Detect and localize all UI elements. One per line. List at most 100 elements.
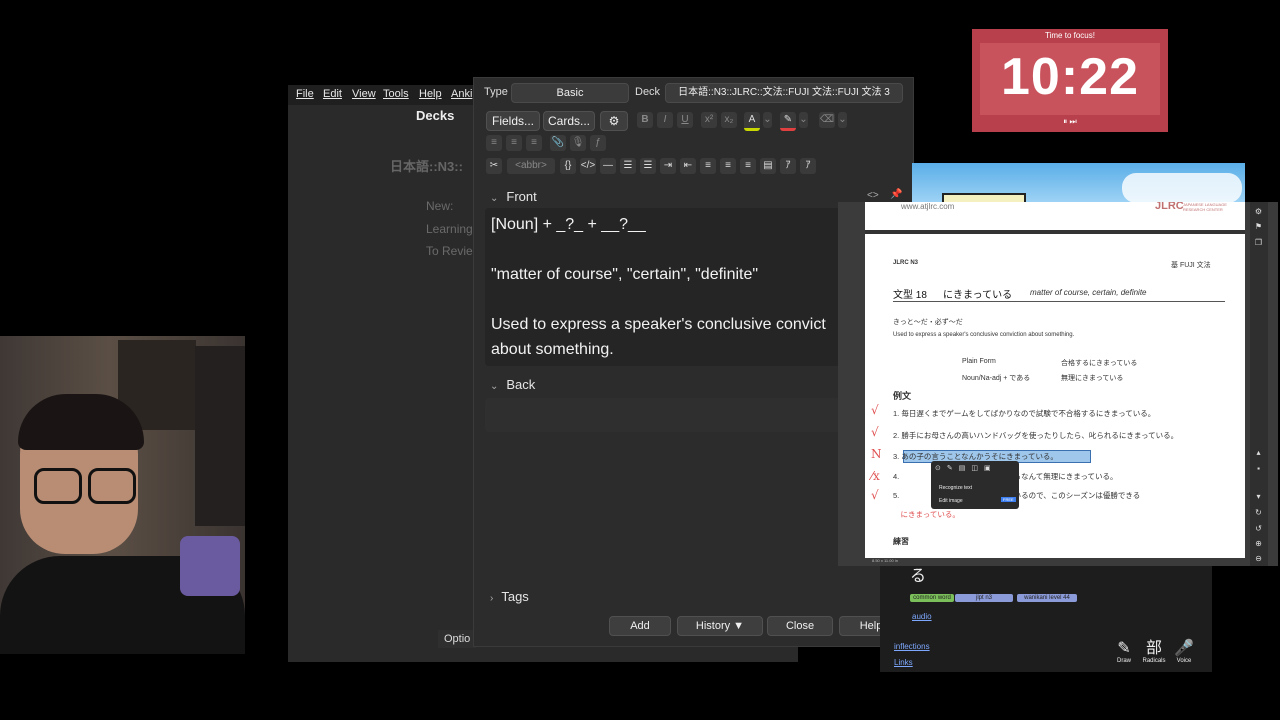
scroll-icon[interactable]: ▪ [1254,464,1263,473]
remove-furigana-icon[interactable]: ｱ [800,158,816,174]
org-subtitle: JAPANESE LANGUAGE RESEARCH CENTER [1183,202,1227,212]
pdf-page[interactable]: www.atjlrc.com JLRC JAPANESE LANGUAGE RE… [865,202,1245,558]
timer-clock: 10:22 [1001,48,1139,106]
text-color-icon[interactable]: A [744,112,760,131]
back-field-header[interactable]: ⌄ Back [490,377,535,392]
italic-icon[interactable]: I [657,112,673,128]
front-field-header[interactable]: ⌄ Front [490,189,537,204]
outdent-icon[interactable]: ⇤ [680,158,696,174]
glasses-right [88,468,136,504]
align-center-icon[interactable]: ≡ [700,158,716,174]
microphone-icon: 🎤 [1174,640,1194,657]
stat-review: To Revie [426,244,473,258]
underline-icon[interactable]: U [677,112,693,128]
menu-edit[interactable]: Edit [323,88,342,100]
bookmark-icon[interactable]: ⚑ [1254,222,1263,231]
align-right-icon[interactable]: ≡ [740,158,756,174]
subscript-icon[interactable]: x₂ [721,112,737,128]
radicals-tool[interactable]: 部 Radicals [1141,640,1167,664]
check-mark: √ [871,425,879,439]
zoom-out-icon[interactable]: ⊖ [1254,554,1263,563]
bold-icon[interactable]: B [637,112,653,128]
page-size: 8.50 x 11.00 in [872,558,898,563]
eraser-icon[interactable]: ⌫ [819,112,835,128]
decks-title[interactable]: Decks [416,108,454,123]
pattern-title: にきまっている [943,290,1013,301]
type-label: Type [484,86,508,98]
radical-icon: 部 [1145,640,1162,657]
check-mark: √ [871,403,879,417]
inflections-link[interactable]: inflections [894,642,930,651]
history-button[interactable]: History ▼ [677,616,763,636]
bullet-list-icon[interactable]: ≡ [486,135,502,151]
org-logo: JLRC [1155,202,1184,212]
furigana-icon[interactable]: ｱ [780,158,796,174]
superscript-icon[interactable]: x² [701,112,717,128]
front-line-2: "matter of course", "certain", "definite… [491,266,759,283]
numbered-list-icon[interactable]: ☰ [640,158,656,174]
braces-icon[interactable]: {} [560,158,576,174]
indent-icon[interactable]: ⇥ [660,158,676,174]
menu-tools[interactable]: Tools [383,88,409,100]
clear-format-icon[interactable]: ✂ [486,158,502,174]
chevron-down-icon[interactable]: ⌄ [799,112,808,128]
chevron-right-icon[interactable]: › [490,593,493,604]
options-button[interactable]: Optio [438,630,477,648]
down-icon[interactable]: ▾ [1254,492,1263,501]
timer-controls[interactable]: ⏸ ⏭ [972,117,1168,127]
back-label: Back [506,377,536,392]
links-link[interactable]: Links [894,658,913,667]
chevron-down-icon[interactable]: ⌄ [838,112,847,128]
abbr-button[interactable]: <abbr> [507,158,555,174]
add-button[interactable]: Add [609,616,671,636]
fields-button[interactable]: Fields... [486,111,540,131]
record-icon[interactable]: 🎙 [570,135,586,151]
note-type-selector[interactable]: Basic [511,83,629,103]
rotate-icon[interactable]: ↺ [1254,524,1263,533]
html-toggle-icon[interactable]: <> [867,190,879,201]
front-line-1: [Noun] + _?_ + __?__ [491,216,646,233]
chevron-down-icon[interactable]: ⌄ [763,112,772,128]
audio-link[interactable]: audio [912,612,932,621]
front-field-editor[interactable]: [Noun] + _?_ + __?__ "matter of course",… [485,208,840,366]
numbered-list-icon[interactable]: ≡ [506,135,522,151]
back-field-editor[interactable] [485,398,840,432]
pin-icon[interactable]: 📌 [890,189,902,200]
chevron-down-icon[interactable]: ⌄ [490,381,498,392]
copy-icon[interactable]: ❐ [1254,238,1263,247]
math-icon[interactable]: ƒ [590,135,606,151]
draw-tool[interactable]: ✎ Draw [1111,640,1137,664]
ocr-toolbar-icons[interactable]: ⊙✎▤◫▣ [935,464,1015,473]
settings-icon[interactable]: ⚙ [1254,207,1263,216]
voice-tool[interactable]: 🎤 Voice [1171,640,1197,664]
menu-file[interactable]: File [296,88,314,100]
settings-gear-icon[interactable]: ⚙ [600,111,628,131]
deck-name[interactable]: 日本語::N3:: [390,156,463,175]
highlight-color-icon[interactable]: ✎ [780,112,796,131]
align-icon[interactable]: ≡ [526,135,542,151]
menu-view[interactable]: View [352,88,376,100]
close-button[interactable]: Close [767,616,833,636]
zoom-in-icon[interactable]: ⊕ [1254,539,1263,548]
horizontal-rule-icon[interactable]: — [600,158,616,174]
html-icon[interactable]: </> [580,158,596,174]
level-label: JLRC N3 [893,260,919,266]
dictionary-panel: る common word jlpt n3 wanikani level 44 … [880,560,1212,672]
justify-icon[interactable]: ▤ [760,158,776,174]
refresh-icon[interactable]: ↻ [1254,508,1263,517]
pattern-meaning: matter of course, certain, definite [1030,288,1147,297]
menu-anki[interactable]: Anki [451,88,472,100]
deck-selector[interactable]: 日本語::N3::JLRC::文法::FUJI 文法::FUJI 文法 3 [665,83,903,103]
menu-help[interactable]: Help [419,88,442,100]
stat-learning: Learning: [426,222,477,236]
bullet-list-icon[interactable]: ☰ [620,158,636,174]
attach-icon[interactable]: 📎 [550,135,566,151]
practice-heading: 練習 [893,537,909,546]
chevron-down-icon[interactable]: ⌄ [490,193,498,204]
recognize-text-item[interactable]: Recognize text [939,485,972,491]
align-left-icon[interactable]: ≡ [720,158,736,174]
cards-button[interactable]: Cards... [543,111,595,131]
edit-image-item[interactable]: Edit image [939,498,963,504]
up-icon[interactable]: ▴ [1254,448,1263,457]
tags-header[interactable]: › Tags [490,589,529,604]
